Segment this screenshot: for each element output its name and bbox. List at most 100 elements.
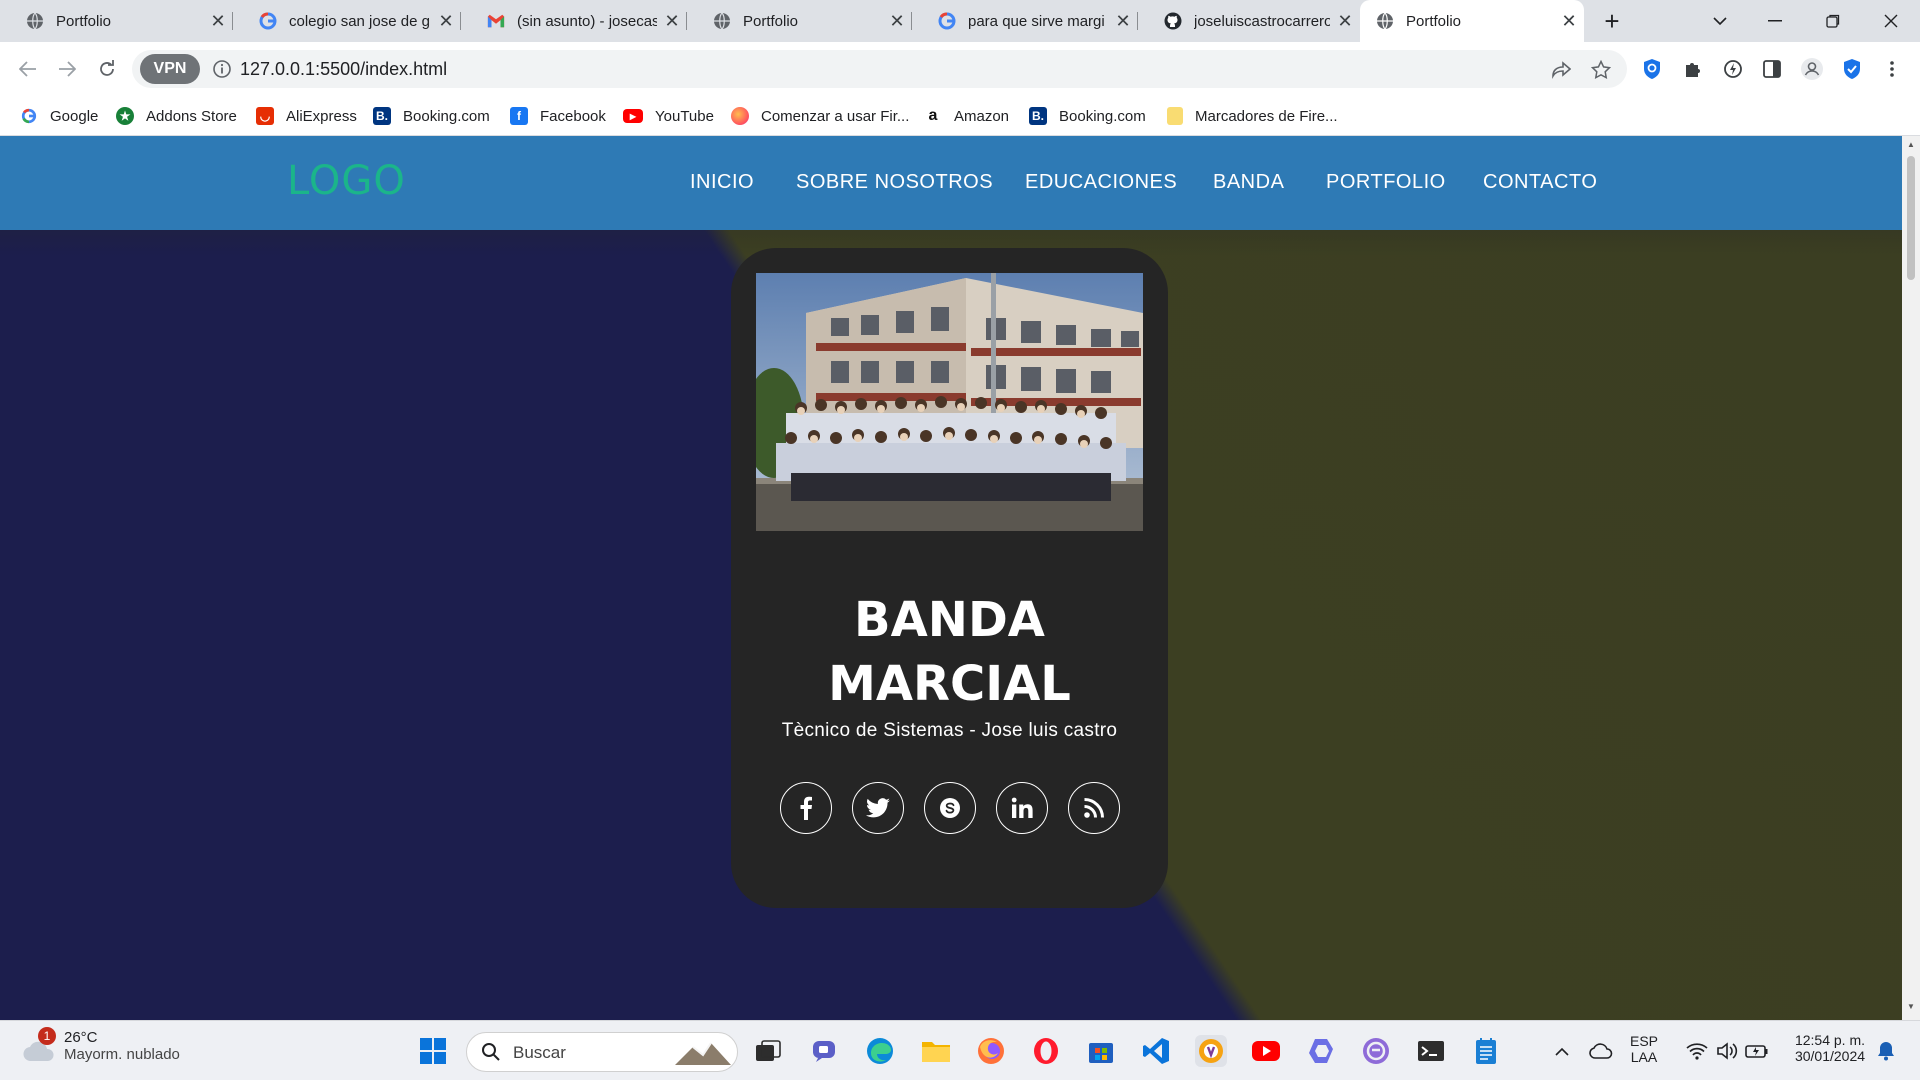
close-icon[interactable]: ✕ <box>882 11 912 32</box>
back-button[interactable] <box>13 54 43 84</box>
close-icon[interactable]: ✕ <box>1330 11 1360 32</box>
bookmark-folder-firefox[interactable]: Marcadores de Fire... <box>1167 104 1338 128</box>
tab-portfolio-1[interactable]: Portfolio ✕ <box>0 0 233 42</box>
google-icon <box>259 12 277 30</box>
close-icon[interactable]: ✕ <box>1108 11 1138 32</box>
microsoft-store-icon[interactable] <box>1085 1035 1117 1067</box>
bookmarks-bar: Google ★ Addons Store ◡ AliExpress B. Booki… <box>0 96 1920 136</box>
close-window-button[interactable] <box>1866 0 1916 42</box>
skype-icon[interactable] <box>924 782 976 834</box>
bookmark-booking-2[interactable]: B. Booking.com <box>1029 104 1146 128</box>
opera-icon[interactable] <box>1030 1035 1062 1067</box>
close-icon[interactable]: ✕ <box>1554 11 1584 32</box>
battery-icon[interactable] <box>1741 1035 1773 1067</box>
share-icon[interactable] <box>1550 59 1572 81</box>
facebook-icon[interactable] <box>780 782 832 834</box>
google-icon <box>20 107 38 125</box>
tab-portfolio-active[interactable]: Portfolio ✕ <box>1360 0 1584 42</box>
scroll-down-icon[interactable]: ▼ <box>1907 1002 1915 1011</box>
rss-icon[interactable] <box>1068 782 1120 834</box>
bookmark-booking-1[interactable]: B. Booking.com <box>373 104 490 128</box>
new-tab-button[interactable]: + <box>1597 6 1627 36</box>
clock-date: 30/01/2024 <box>1794 1048 1866 1064</box>
shield-extension-icon[interactable] <box>1637 54 1667 84</box>
bookmark-google[interactable]: Google <box>20 104 98 128</box>
profile-avatar[interactable] <box>1797 54 1827 84</box>
vscode-icon[interactable] <box>1140 1035 1172 1067</box>
task-view-icon[interactable] <box>752 1035 784 1067</box>
nav-banda[interactable]: BANDA <box>1213 171 1284 194</box>
page-scrollbar[interactable]: ▲ ▼ <box>1902 136 1920 1020</box>
taskbar-search[interactable]: Buscar <box>466 1032 738 1072</box>
bookmark-youtube[interactable]: ▶ YouTube <box>623 104 714 128</box>
scroll-up-icon[interactable]: ▲ <box>1907 140 1915 149</box>
clock[interactable]: 12:54 p. m. 30/01/2024 <box>1782 1032 1878 1064</box>
bookmark-firefox[interactable]: Comenzar a usar Fir... <box>731 104 909 128</box>
menu-kebab-icon[interactable] <box>1877 54 1907 84</box>
lightning-extension-icon[interactable] <box>1718 54 1748 84</box>
side-panel-icon[interactable] <box>1757 54 1787 84</box>
discord-like-icon[interactable] <box>1360 1035 1392 1067</box>
copilot-icon[interactable] <box>1305 1035 1337 1067</box>
tab-gmail[interactable]: (sin asunto) - josecas ✕ <box>461 0 687 42</box>
search-placeholder: Buscar <box>513 1043 566 1062</box>
vpn-badge[interactable]: VPN <box>140 54 200 84</box>
tab-search-icon[interactable] <box>1695 0 1745 42</box>
url-text[interactable]: 127.0.0.1:5500/index.html <box>240 59 447 80</box>
card-title: BANDA MARCIAL <box>731 588 1168 716</box>
close-icon[interactable]: ✕ <box>431 11 461 32</box>
security-check-icon[interactable] <box>1837 54 1867 84</box>
linkedin-icon[interactable] <box>996 782 1048 834</box>
scroll-thumb[interactable] <box>1907 156 1915 280</box>
nav-sobre-nosotros[interactable]: SOBRE NOSOTROS <box>796 171 993 194</box>
extensions-puzzle-icon[interactable] <box>1678 54 1708 84</box>
nav-educaciones[interactable]: EDUCACIONES <box>1025 171 1177 194</box>
bookmark-addons-store[interactable]: ★ Addons Store <box>116 104 237 128</box>
browser-toolbar: VPN 127.0.0.1:5500/index.html <box>0 42 1920 96</box>
forward-button[interactable] <box>52 54 82 84</box>
bookmark-star-icon[interactable] <box>1590 59 1612 81</box>
brave-chrome-icon[interactable] <box>1195 1035 1227 1067</box>
vpn-label: VPN <box>153 60 187 77</box>
chevron-up-icon[interactable] <box>1546 1035 1578 1067</box>
tab-google-colegio[interactable]: colegio san jose de g ✕ <box>233 0 461 42</box>
teams-chat-icon[interactable] <box>808 1035 840 1067</box>
info-icon[interactable] <box>212 59 232 79</box>
wifi-icon[interactable] <box>1681 1035 1713 1067</box>
onedrive-sync-icon[interactable] <box>1585 1035 1617 1067</box>
nav-portfolio[interactable]: PORTFOLIO <box>1326 171 1446 194</box>
nav-contacto[interactable]: CONTACTO <box>1483 171 1597 194</box>
notepad-icon[interactable] <box>1470 1035 1502 1067</box>
weather-widget[interactable]: 1 26°C Mayorm. nublado <box>22 1027 180 1063</box>
tab-google-margin[interactable]: para que sirve margi ✕ <box>912 0 1138 42</box>
windows-start-icon[interactable] <box>417 1035 449 1067</box>
restore-button[interactable] <box>1808 0 1858 42</box>
tab-portfolio-2[interactable]: Portfolio ✕ <box>687 0 912 42</box>
bookmark-label: Marcadores de Fire... <box>1195 107 1338 125</box>
bookmark-label: Google <box>50 107 99 125</box>
file-explorer-icon[interactable] <box>920 1035 952 1067</box>
notification-bell-icon[interactable] <box>1870 1035 1902 1067</box>
tab-github[interactable]: joseluiscastrocarrero ✕ <box>1138 0 1360 42</box>
close-icon[interactable]: ✕ <box>203 11 233 32</box>
booking-icon: B. <box>373 107 391 125</box>
terminal-icon[interactable] <box>1415 1035 1447 1067</box>
firefox-icon[interactable] <box>975 1035 1007 1067</box>
bookmark-facebook[interactable]: f Facebook <box>510 104 606 128</box>
address-bar[interactable]: VPN 127.0.0.1:5500/index.html <box>132 50 1627 88</box>
close-icon[interactable]: ✕ <box>657 11 687 32</box>
site-logo[interactable]: LOGO <box>287 158 406 204</box>
reload-button[interactable] <box>92 54 122 84</box>
windows-taskbar: 1 26°C Mayorm. nublado Buscar ESP LAA 12… <box>0 1020 1920 1080</box>
volume-icon[interactable] <box>1711 1035 1743 1067</box>
edge-browser-icon[interactable] <box>864 1035 896 1067</box>
nav-inicio[interactable]: INICIO <box>690 171 754 194</box>
bookmark-aliexpress[interactable]: ◡ AliExpress <box>256 104 357 128</box>
site-header: LOGO INICIO SOBRE NOSOTROS EDUCACIONES B… <box>0 136 1902 230</box>
youtube-app-icon[interactable] <box>1250 1035 1282 1067</box>
twitter-icon[interactable] <box>852 782 904 834</box>
globe-icon <box>713 12 731 30</box>
language-indicator[interactable]: ESP LAA <box>1630 1033 1658 1065</box>
minimize-button[interactable] <box>1750 0 1800 42</box>
bookmark-amazon[interactable]: a Amazon <box>924 104 1009 128</box>
